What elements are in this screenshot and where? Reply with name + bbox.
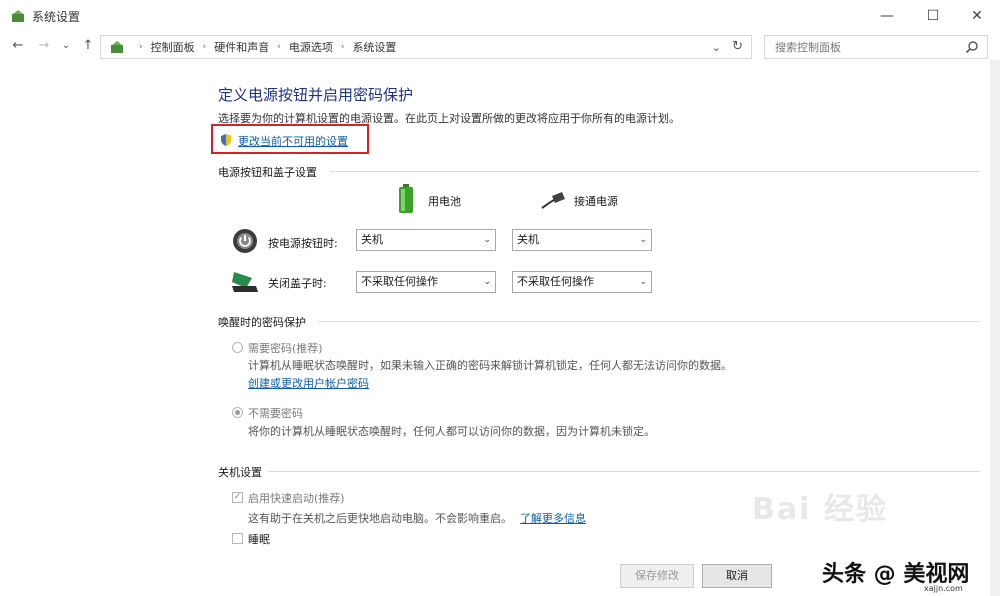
select-value: 不采取任何操作 xyxy=(517,275,594,288)
save-button[interactable]: 保存修改 xyxy=(620,564,694,588)
power-section-title: 电源按钮和盖子设置 xyxy=(218,166,317,179)
plug-icon xyxy=(541,192,565,209)
no-password-description: 将你的计算机从睡眠状态唤醒时，任何人都可以访问你的数据，因为计算机未锁定。 xyxy=(248,425,655,438)
lid-close-plugged-select[interactable]: 不采取任何操作 ⌄ xyxy=(512,271,652,293)
content-pane: 定义电源按钮并启用密码保护 选择要为你的计算机设置的电源设置。在此页上对设置所做… xyxy=(0,60,990,596)
breadcrumb-separator: › xyxy=(202,42,207,52)
search-input[interactable]: 搜索控制面板 xyxy=(764,35,988,59)
chevron-down-icon: ⌄ xyxy=(483,277,491,287)
learn-more-link[interactable]: 了解更多信息 xyxy=(520,510,586,526)
breadcrumb-separator: › xyxy=(139,42,143,52)
change-unavailable-settings-link[interactable]: 更改当前不可用的设置 xyxy=(238,133,348,149)
fast-startup-label: 启用快速启动(推荐) xyxy=(248,492,345,505)
section-divider xyxy=(330,171,980,172)
breadcrumb-power-options[interactable]: 电源选项 xyxy=(289,39,333,55)
search-icon[interactable] xyxy=(965,40,979,54)
sleep-label: 睡眠 xyxy=(248,533,270,546)
power-button-label: 按电源按钮时: xyxy=(268,237,338,250)
section-divider xyxy=(268,471,980,472)
refresh-icon[interactable]: ↻ xyxy=(732,39,743,54)
plugged-column-label: 接通电源 xyxy=(574,195,618,208)
breadcrumb-separator: › xyxy=(277,42,281,52)
vertical-scrollbar[interactable] xyxy=(990,60,1000,596)
minimize-button[interactable]: — xyxy=(864,0,910,32)
laptop-lid-icon xyxy=(232,272,258,292)
lid-close-label: 关闭盖子时: xyxy=(268,277,327,290)
up-button[interactable]: ↑ xyxy=(80,38,96,54)
section-divider xyxy=(318,321,980,322)
cancel-button[interactable]: 取消 xyxy=(702,564,772,588)
fast-startup-description: 这有助于在关机之后更快地启动电脑。不会影响重启。 xyxy=(248,512,512,525)
require-password-radio[interactable] xyxy=(232,342,243,353)
window-title: 系统设置 xyxy=(32,10,81,24)
control-panel-icon xyxy=(111,41,123,53)
shutdown-section-title: 关机设置 xyxy=(218,466,262,479)
fast-startup-checkbox[interactable]: ✓ xyxy=(232,492,243,503)
lid-close-battery-select[interactable]: 不采取任何操作 ⌄ xyxy=(356,271,496,293)
password-section-title: 唤醒时的密码保护 xyxy=(218,316,306,329)
breadcrumb-hardware-sound[interactable]: 硬件和声音 xyxy=(214,39,269,55)
chevron-down-icon: ⌄ xyxy=(639,235,647,245)
power-button-icon xyxy=(233,229,257,253)
battery-icon xyxy=(399,184,413,213)
create-password-link[interactable]: 创建或更改用户帐户密码 xyxy=(248,375,369,391)
select-value: 不采取任何操作 xyxy=(361,275,438,288)
no-password-radio[interactable] xyxy=(232,407,243,418)
page-title: 定义电源按钮并启用密码保护 xyxy=(218,86,414,104)
close-button[interactable]: ✕ xyxy=(954,0,1000,32)
sleep-checkbox[interactable] xyxy=(232,533,243,544)
chevron-down-icon: ⌄ xyxy=(483,235,491,245)
breadcrumb-system-settings[interactable]: 系统设置 xyxy=(352,39,396,55)
brand-url: xajjn.com xyxy=(924,584,963,593)
address-bar[interactable]: › 控制面板 › 硬件和声音 › 电源选项 › 系统设置 ⌄ ↻ xyxy=(100,35,752,59)
chevron-down-icon: ⌄ xyxy=(639,277,647,287)
watermark: Bai 经验 xyxy=(752,492,888,527)
battery-column-label: 用电池 xyxy=(428,195,461,208)
address-dropdown-icon[interactable]: ⌄ xyxy=(712,41,721,54)
shield-icon xyxy=(221,134,231,146)
select-value: 关机 xyxy=(361,233,383,246)
require-password-description: 计算机从睡眠状态唤醒时，如果未输入正确的密码来解锁计算机锁定，任何人都无法访问你… xyxy=(248,359,732,372)
power-button-battery-select[interactable]: 关机 ⌄ xyxy=(356,229,496,251)
back-button[interactable]: ← xyxy=(10,38,26,54)
title-bar: 系统设置 — ☐ ✕ xyxy=(0,0,1000,32)
maximize-button[interactable]: ☐ xyxy=(910,0,956,32)
control-panel-icon xyxy=(12,10,24,22)
require-password-label: 需要密码(推荐) xyxy=(248,342,323,355)
breadcrumb-separator: › xyxy=(340,42,345,52)
power-button-plugged-select[interactable]: 关机 ⌄ xyxy=(512,229,652,251)
forward-button[interactable]: → xyxy=(36,38,52,54)
search-placeholder: 搜索控制面板 xyxy=(775,41,841,54)
navigation-bar: ← → ⌄ ↑ › 控制面板 › 硬件和声音 › 电源选项 › 系统设置 ⌄ ↻… xyxy=(0,32,1000,60)
select-value: 关机 xyxy=(517,233,539,246)
breadcrumb-control-panel[interactable]: 控制面板 xyxy=(151,39,195,55)
no-password-label: 不需要密码 xyxy=(248,407,303,420)
recent-locations-button[interactable]: ⌄ xyxy=(58,38,74,54)
